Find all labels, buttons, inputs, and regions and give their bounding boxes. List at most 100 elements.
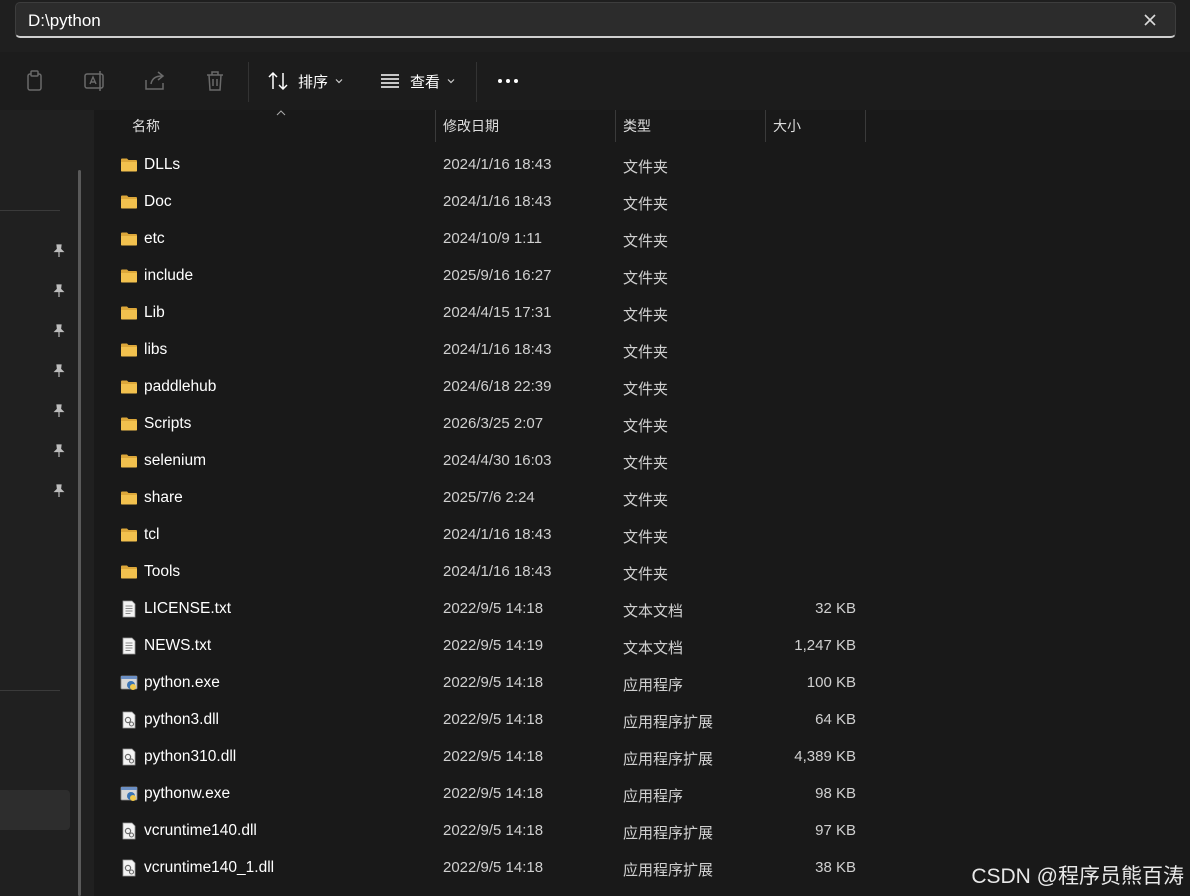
rename-icon[interactable]: [82, 68, 108, 94]
pin-icon[interactable]: [52, 444, 66, 458]
pin-icon[interactable]: [52, 484, 66, 498]
sort-icon: [268, 71, 288, 91]
file-row[interactable]: Lib 2024/4/15 17:31 文件夹: [94, 295, 874, 332]
file-name[interactable]: vcruntime140.dll: [144, 822, 257, 840]
file-type: 文件夹: [623, 270, 669, 287]
file-name[interactable]: selenium: [144, 452, 206, 470]
file-name[interactable]: Doc: [144, 193, 172, 211]
toolbar-divider: [476, 62, 477, 102]
file-row[interactable]: vcruntime140.dll 2022/9/5 14:18 应用程序扩展 97 K…: [94, 813, 874, 850]
file-row[interactable]: Doc 2024/1/16 18:43 文件夹: [94, 184, 874, 221]
column-divider[interactable]: [435, 110, 436, 142]
toolbar-divider: [248, 62, 249, 102]
file-type: 文件夹: [623, 159, 669, 176]
address-bar-area: D:\python: [0, 0, 1190, 52]
file-name[interactable]: python.exe: [144, 674, 220, 692]
file-type: 应用程序扩展: [623, 862, 714, 879]
file-name[interactable]: Scripts: [144, 415, 191, 433]
file-row[interactable]: libs 2024/1/16 18:43 文件夹: [94, 332, 874, 369]
sort-button[interactable]: 排序: [266, 64, 344, 98]
sort-ascending-icon: [276, 110, 286, 116]
file-row[interactable]: share 2025/7/6 2:24 文件夹: [94, 480, 874, 517]
file-size: 64 KB: [815, 711, 856, 728]
column-header-type[interactable]: 类型: [623, 110, 651, 142]
address-path[interactable]: D:\python: [28, 11, 101, 31]
file-name[interactable]: LICENSE.txt: [144, 600, 231, 618]
file-date: 2025/9/16 16:27: [443, 267, 552, 284]
file-name[interactable]: tcl: [144, 526, 160, 544]
file-size: 98 KB: [815, 785, 856, 802]
file-row[interactable]: tcl 2024/1/16 18:43 文件夹: [94, 517, 874, 554]
file-name[interactable]: vcruntime140_1.dll: [144, 859, 274, 877]
file-type: 文件夹: [623, 529, 669, 546]
file-type: 应用程序扩展: [623, 714, 714, 731]
file-type: 文件夹: [623, 233, 669, 250]
file-row[interactable]: Tools 2024/1/16 18:43 文件夹: [94, 554, 874, 591]
close-icon[interactable]: [1139, 9, 1161, 31]
file-row[interactable]: paddlehub 2024/6/18 22:39 文件夹: [94, 369, 874, 406]
file-date: 2022/9/5 14:18: [443, 785, 544, 802]
column-header-size[interactable]: 大小: [773, 110, 801, 142]
file-type: 应用程序扩展: [623, 825, 714, 842]
file-name[interactable]: Lib: [144, 304, 165, 322]
folder-icon: [120, 156, 138, 174]
share-icon[interactable]: [142, 68, 168, 94]
file-type: 文件夹: [623, 455, 669, 472]
file-size: 100 KB: [806, 674, 856, 691]
paste-icon[interactable]: [22, 68, 48, 94]
column-divider[interactable]: [765, 110, 766, 142]
file-row[interactable]: include 2025/9/16 16:27 文件夹: [94, 258, 874, 295]
delete-icon[interactable]: [202, 68, 228, 94]
column-header-date[interactable]: 修改日期: [443, 110, 499, 142]
file-row[interactable]: python310.dll 2022/9/5 14:18 应用程序扩展 4,389 K…: [94, 739, 874, 776]
folder-icon: [120, 304, 138, 322]
pin-icon[interactable]: [52, 284, 66, 298]
file-type: 文本文档: [623, 640, 684, 657]
sidebar-scrollbar[interactable]: [78, 170, 81, 896]
file-name[interactable]: python3.dll: [144, 711, 219, 729]
file-row[interactable]: pythonw.exe 2022/9/5 14:18 应用程序 98 KB: [94, 776, 874, 813]
text-file-icon: [120, 637, 138, 655]
file-name[interactable]: python310.dll: [144, 748, 236, 766]
pin-icon[interactable]: [52, 324, 66, 338]
file-size: 32 KB: [815, 600, 856, 617]
file-date: 2022/9/5 14:18: [443, 748, 544, 765]
file-row[interactable]: vcruntime140_1.dll 2022/9/5 14:18 应用程序扩展 38…: [94, 850, 874, 887]
folder-icon: [120, 341, 138, 359]
dll-file-icon: [120, 711, 138, 729]
file-name[interactable]: libs: [144, 341, 167, 359]
file-name[interactable]: NEWS.txt: [144, 637, 211, 655]
sidebar-selected-item[interactable]: [0, 790, 70, 830]
file-row[interactable]: python3.dll 2022/9/5 14:18 应用程序扩展 64 KB: [94, 702, 874, 739]
file-name[interactable]: share: [144, 489, 183, 507]
column-header-label: 大小: [773, 118, 801, 134]
file-row[interactable]: LICENSE.txt 2022/9/5 14:18 文本文档 32 KB: [94, 591, 874, 628]
file-row[interactable]: NEWS.txt 2022/9/5 14:19 文本文档 1,247 KB: [94, 628, 874, 665]
file-row[interactable]: etc 2024/10/9 1:11 文件夹: [94, 221, 874, 258]
file-row[interactable]: selenium 2024/4/30 16:03 文件夹: [94, 443, 874, 480]
file-name[interactable]: include: [144, 267, 193, 285]
file-date: 2024/1/16 18:43: [443, 341, 552, 358]
view-button[interactable]: 查看: [378, 64, 456, 98]
file-date: 2024/1/16 18:43: [443, 526, 552, 543]
file-name[interactable]: paddlehub: [144, 378, 216, 396]
folder-icon: [120, 563, 138, 581]
file-name[interactable]: DLLs: [144, 156, 180, 174]
pin-icon[interactable]: [52, 244, 66, 258]
pin-icon[interactable]: [52, 364, 66, 378]
column-divider[interactable]: [865, 110, 866, 142]
file-date: 2022/9/5 14:18: [443, 711, 544, 728]
address-input[interactable]: D:\python: [15, 2, 1176, 38]
column-header-label: 类型: [623, 118, 651, 134]
pin-icon[interactable]: [52, 404, 66, 418]
file-name[interactable]: Tools: [144, 563, 180, 581]
dll-file-icon: [120, 748, 138, 766]
column-header-name[interactable]: 名称: [132, 110, 160, 142]
more-options-icon[interactable]: [494, 71, 522, 91]
file-row[interactable]: DLLs 2024/1/16 18:43 文件夹: [94, 147, 874, 184]
file-name[interactable]: etc: [144, 230, 165, 248]
file-name[interactable]: pythonw.exe: [144, 785, 230, 803]
file-row[interactable]: Scripts 2026/3/25 2:07 文件夹: [94, 406, 874, 443]
file-row[interactable]: python.exe 2022/9/5 14:18 应用程序 100 KB: [94, 665, 874, 702]
column-divider[interactable]: [615, 110, 616, 142]
